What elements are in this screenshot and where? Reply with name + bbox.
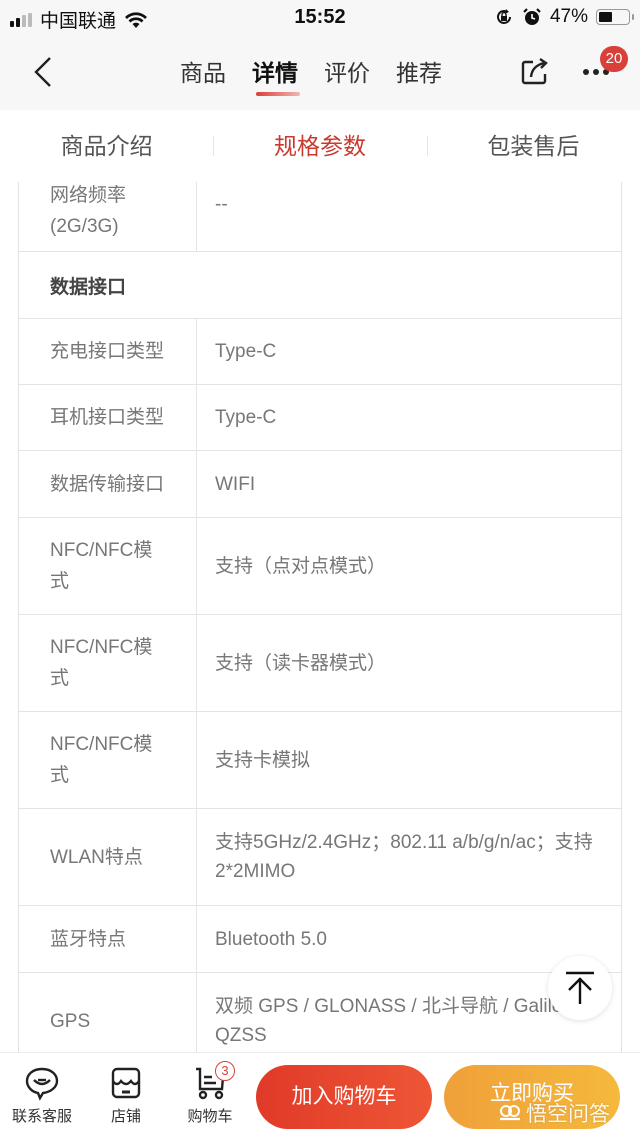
tab-recommend[interactable]: 推荐 bbox=[396, 54, 442, 98]
spec-value: 支持（读卡器模式） bbox=[215, 652, 387, 674]
wukong-logo-icon bbox=[500, 1105, 520, 1121]
spec-key: NFC/NFC模式 bbox=[19, 615, 197, 711]
status-bar: 中国联通 15:52 47% bbox=[0, 0, 640, 36]
share-icon[interactable] bbox=[520, 56, 550, 86]
battery-percent: 47% bbox=[549, 6, 588, 27]
add-to-cart-button[interactable]: 加入购物车 bbox=[256, 1065, 432, 1129]
spec-value: WIFI bbox=[215, 473, 256, 495]
tab-product[interactable]: 商品 bbox=[180, 54, 226, 98]
tab-reviews[interactable]: 评价 bbox=[324, 54, 370, 98]
spec-row: NFC/NFC模式 支持（读卡器模式） bbox=[19, 615, 621, 712]
spec-key: 耳机接口类型 bbox=[19, 385, 197, 450]
nav-bar: 商品 详情 评价 推荐 20 bbox=[0, 36, 640, 110]
arrow-up-to-top-icon bbox=[566, 971, 594, 1004]
spec-key: 数据传输接口 bbox=[19, 451, 197, 517]
spec-key: 蓝牙特点 bbox=[19, 906, 197, 972]
spec-table: 网络频率 (2G/3G) -- 数据接口 充电接口类型 Type-C 耳机接口类… bbox=[18, 182, 622, 1052]
store-label: 店铺 bbox=[110, 1108, 141, 1125]
spec-row: GPS 双频 GPS / GLONASS / 北斗导航 / Galileo / … bbox=[19, 973, 621, 1052]
subtab-packaging[interactable]: 包装售后 bbox=[427, 110, 640, 182]
watermark-text: 悟空问答 bbox=[526, 1103, 610, 1126]
spec-row: 网络频率 (2G/3G) -- bbox=[19, 182, 621, 252]
spec-value: 支持（点对点模式） bbox=[215, 555, 387, 577]
watermark: 悟空问答 bbox=[498, 1098, 610, 1128]
subtab-specs[interactable]: 规格参数 bbox=[213, 110, 426, 182]
chat-face-icon bbox=[25, 1067, 59, 1101]
spec-row: NFC/NFC模式 支持卡模拟 bbox=[19, 712, 621, 809]
alarm-icon bbox=[523, 8, 541, 25]
spec-key: NFC/NFC模式 bbox=[19, 518, 197, 614]
spec-value: -- bbox=[215, 194, 228, 215]
cart-label: 购物车 bbox=[187, 1108, 233, 1125]
customer-service-label: 联系客服 bbox=[11, 1108, 72, 1125]
spec-row: 耳机接口类型 Type-C bbox=[19, 385, 621, 451]
spec-row: 蓝牙特点 Bluetooth 5.0 bbox=[19, 906, 621, 973]
battery-icon bbox=[596, 9, 634, 25]
cart-button[interactable]: 3 购物车 bbox=[170, 1061, 250, 1126]
spec-row: 数据传输接口 WIFI bbox=[19, 451, 621, 518]
message-count-badge: 20 bbox=[600, 46, 628, 72]
store-icon bbox=[111, 1067, 141, 1099]
store-button[interactable]: 店铺 bbox=[86, 1065, 166, 1126]
customer-service-button[interactable]: 联系客服 bbox=[2, 1065, 82, 1126]
spec-section-title: 数据接口 bbox=[19, 252, 621, 319]
spec-value: Type-C bbox=[215, 341, 277, 362]
spec-scroll-area[interactable]: 网络频率 (2G/3G) -- 数据接口 充电接口类型 Type-C 耳机接口类… bbox=[0, 182, 640, 1052]
rotation-lock-icon bbox=[497, 9, 511, 24]
spec-value: Type-C bbox=[215, 407, 277, 428]
spec-row: WLAN特点 支持5GHz/2.4GHz；802.11 a/b/g/n/ac；支… bbox=[19, 809, 621, 906]
spec-value: Bluetooth 5.0 bbox=[215, 928, 327, 950]
spec-key: 网络频率 (2G/3G) bbox=[19, 182, 197, 251]
back-to-top-button[interactable] bbox=[548, 956, 612, 1020]
divider bbox=[427, 136, 428, 156]
spec-key: GPS bbox=[19, 973, 197, 1052]
divider bbox=[213, 136, 214, 156]
tab-details[interactable]: 详情 bbox=[252, 54, 300, 98]
back-icon[interactable] bbox=[28, 54, 58, 90]
spec-row: NFC/NFC模式 支持（点对点模式） bbox=[19, 518, 621, 615]
spec-key: WLAN特点 bbox=[19, 809, 197, 905]
spec-key: 充电接口类型 bbox=[19, 319, 197, 384]
cart-count-badge: 3 bbox=[215, 1061, 235, 1081]
sub-tabs: 商品介绍 规格参数 包装售后 bbox=[0, 110, 640, 182]
spec-row: 充电接口类型 Type-C bbox=[19, 319, 621, 385]
nav-tabs: 商品 详情 评价 推荐 bbox=[180, 54, 442, 98]
spec-key: NFC/NFC模式 bbox=[19, 712, 197, 808]
spec-value: 支持卡模拟 bbox=[215, 749, 311, 771]
spec-value: 支持5GHz/2.4GHz；802.11 a/b/g/n/ac；支持2*2MIM… bbox=[215, 832, 593, 882]
subtab-product-intro[interactable]: 商品介绍 bbox=[0, 110, 213, 182]
